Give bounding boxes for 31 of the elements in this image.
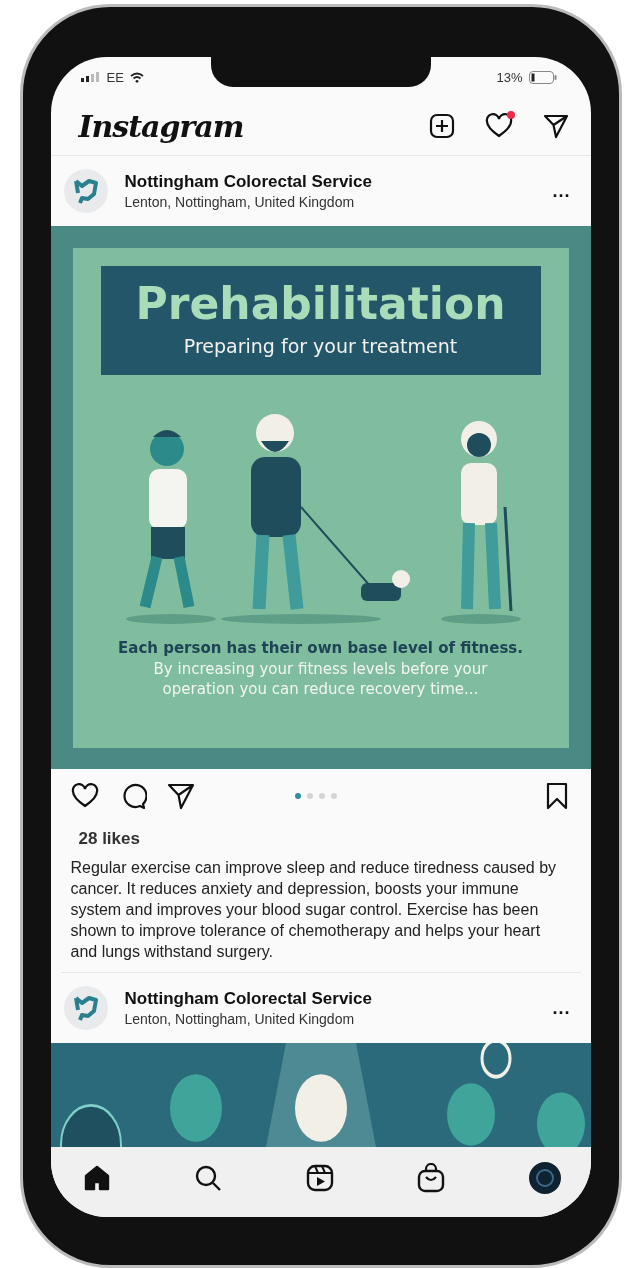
post-location[interactable]: Lenton, Nottingham, United Kingdom <box>124 1011 537 1027</box>
signal-icon <box>80 72 101 82</box>
send-icon[interactable] <box>542 113 569 139</box>
shopping-bag-icon[interactable] <box>417 1163 445 1193</box>
add-icon[interactable] <box>428 113 455 139</box>
wifi-icon <box>129 71 144 83</box>
account-name[interactable]: Nottingham Colorectal Service <box>124 172 537 192</box>
more-options-button[interactable]: ... <box>552 997 571 1019</box>
share-icon[interactable] <box>166 782 195 810</box>
account-avatar[interactable] <box>62 985 109 1031</box>
poster-title: Prehabilitation <box>135 277 506 329</box>
battery-icon <box>528 70 557 84</box>
account-avatar[interactable] <box>62 168 109 214</box>
like-icon[interactable] <box>70 783 99 809</box>
search-icon[interactable] <box>194 1164 222 1192</box>
account-name[interactable]: Nottingham Colorectal Service <box>124 989 537 1009</box>
home-icon[interactable] <box>82 1164 111 1192</box>
poster-lead-text: Each person has their own base level of fitness. <box>118 638 523 657</box>
carrier-name: EE <box>106 69 124 85</box>
app-logo[interactable]: Instagram <box>78 108 244 144</box>
post-location[interactable]: Lenton, Nottingham, United Kingdom <box>124 194 537 210</box>
poster-body-text: By increasing your fitness levels before your operation you can reduce recovery time... <box>152 658 489 699</box>
post-caption: Regular exercise can improve sleep and reduce tiredness caused by cancer. It reduces anxiety and depression, boosts your immune system and improves your blood sugar control. Exercise has been shown to improve tolerance of chemotherapy and helps your heart and lungs withstand surgery. <box>70 858 558 962</box>
bookmark-icon[interactable] <box>544 782 569 810</box>
poster-subtitle: Preparing for your treatment <box>183 334 458 357</box>
heart-icon[interactable] <box>484 113 513 139</box>
likes-count[interactable]: 28 likes <box>50 823 591 853</box>
battery-percent: 13% <box>496 69 523 85</box>
reels-icon[interactable] <box>305 1164 334 1192</box>
profile-avatar-icon[interactable] <box>528 1162 561 1194</box>
more-options-button[interactable]: ... <box>552 180 571 202</box>
